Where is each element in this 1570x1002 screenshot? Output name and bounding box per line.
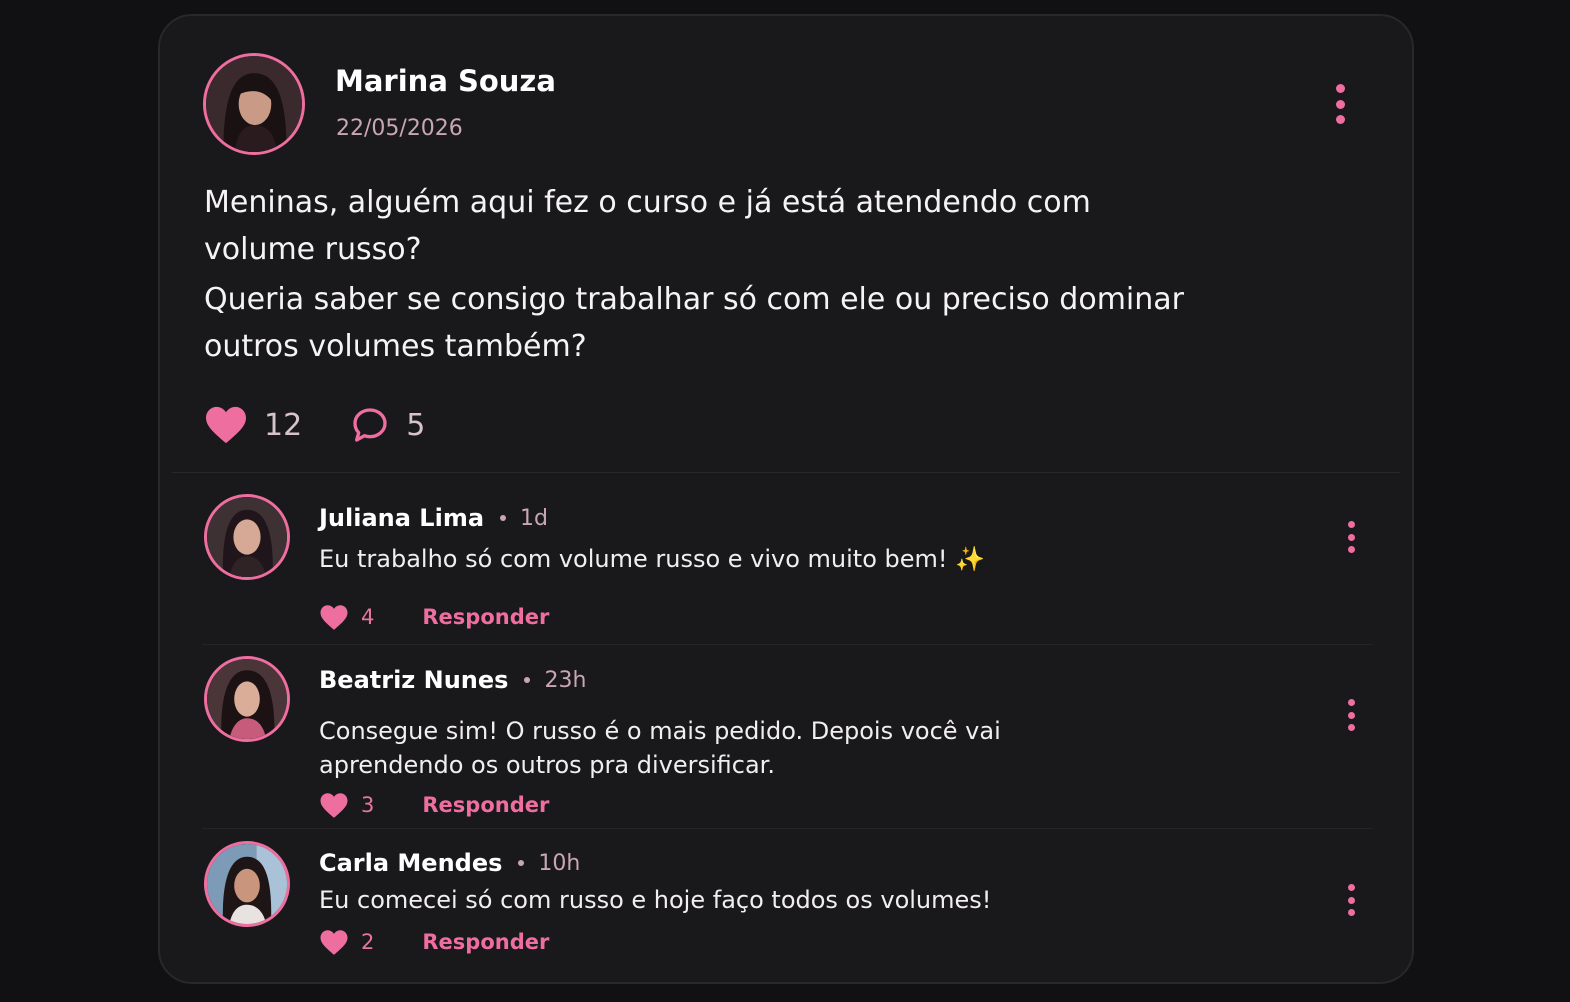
comment-divider (202, 644, 1372, 645)
comment-more-options-icon[interactable] (1341, 884, 1361, 916)
heart-icon (206, 406, 246, 444)
comment-like-button[interactable]: 3 (319, 792, 374, 819)
post-comment-count: 5 (406, 407, 426, 443)
comment-text: Eu trabalho só com volume russo e vivo m… (319, 542, 1139, 576)
comment-more-options-icon[interactable] (1341, 521, 1361, 553)
comment-author-name[interactable]: Juliana Lima (319, 504, 484, 532)
post-like-count: 12 (264, 407, 303, 443)
comment-header: Carla Mendes 10h (319, 849, 580, 877)
sparkles-icon: ✨ (955, 545, 986, 573)
post-comment-button[interactable]: 5 (350, 405, 425, 445)
post-card: Marina Souza 22/05/2026 Meninas, alguém … (158, 14, 1414, 984)
separator-dot (518, 860, 525, 866)
comment-bubble-icon (353, 408, 387, 442)
separator-dot (524, 677, 531, 683)
reply-button[interactable]: Responder (422, 930, 549, 954)
comment-divider (202, 828, 1372, 829)
comment-more-options-icon[interactable] (1341, 699, 1361, 731)
post-like-button[interactable]: 12 (204, 405, 302, 445)
comment-author-name[interactable]: Beatriz Nunes (319, 666, 508, 694)
avatar-image (207, 659, 287, 739)
comment-text: Consegue sim! O russo é o mais pedido. D… (319, 717, 1001, 779)
separator-dot (500, 515, 507, 521)
post-more-options-icon[interactable] (1328, 84, 1352, 124)
heart-icon (320, 604, 348, 630)
post-body: Meninas, alguém aqui fez o curso e já es… (204, 179, 1204, 370)
comment-author-name[interactable]: Carla Mendes (319, 849, 502, 877)
post-divider (172, 472, 1400, 473)
comment-time: 10h (538, 850, 581, 876)
heart-icon (320, 792, 348, 818)
comment-actions: 2 Responder (319, 927, 549, 957)
post-paragraph: Meninas, alguém aqui fez o curso e já es… (204, 185, 1091, 267)
post-paragraph: Queria saber se consigo trabalhar só com… (204, 282, 1184, 364)
post-author-avatar[interactable] (203, 53, 305, 155)
avatar-image (206, 56, 302, 152)
comment-text-content: Eu trabalho só com volume russo e vivo m… (319, 545, 948, 573)
reply-button[interactable]: Responder (422, 793, 549, 817)
comment-like-count: 3 (361, 793, 375, 817)
comment-time: 23h (544, 667, 587, 693)
post-author-name[interactable]: Marina Souza (335, 64, 556, 98)
comment-like-count: 2 (361, 930, 375, 954)
comment-like-count: 4 (361, 605, 375, 629)
comment-like-button[interactable]: 2 (319, 929, 374, 956)
comment-author-avatar[interactable] (204, 656, 290, 742)
comment-actions: 3 Responder (319, 790, 549, 820)
comment-author-avatar[interactable] (204, 494, 290, 580)
comment-actions: 4 Responder (319, 602, 549, 632)
heart-icon (320, 929, 348, 955)
comment-text: Eu comecei só com russo e hoje faço todo… (319, 886, 992, 914)
post-date: 22/05/2026 (336, 116, 463, 141)
comment-header: Juliana Lima 1d (319, 504, 548, 532)
avatar-image (207, 844, 287, 924)
comment-time: 1d (520, 505, 548, 531)
comment-header: Beatriz Nunes 23h (319, 666, 586, 694)
comment-author-avatar[interactable] (204, 841, 290, 927)
avatar-image (207, 497, 287, 577)
reply-button[interactable]: Responder (422, 605, 549, 629)
post-reactions: 12 5 (204, 402, 425, 448)
comment-like-button[interactable]: 4 (319, 604, 374, 631)
